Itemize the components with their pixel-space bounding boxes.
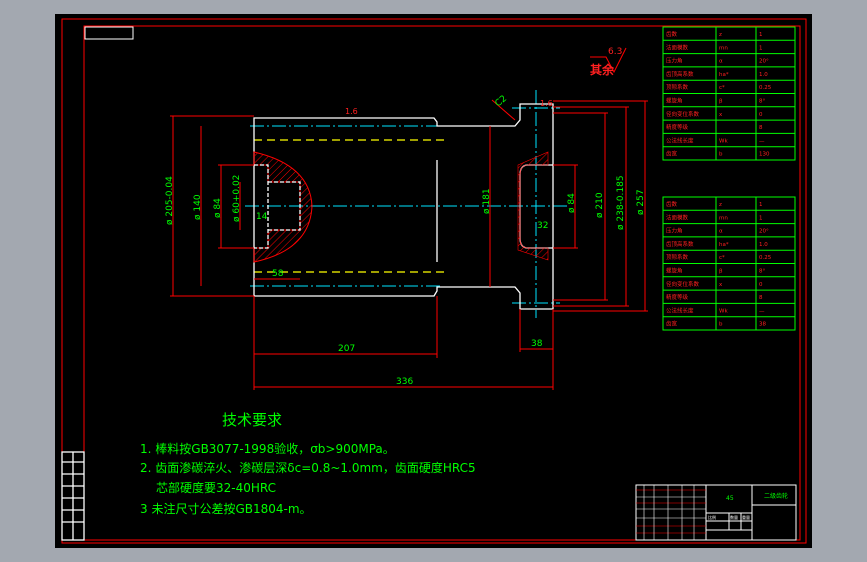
table-cell: α	[719, 229, 723, 235]
table-cell: 压力角	[666, 57, 683, 65]
table-cell: z	[719, 202, 722, 208]
tech-item: 1. 棒料按GB3077-1998验收，σb>900MPa。	[140, 441, 395, 456]
roughness-other-label: 其余	[590, 62, 615, 77]
dim-336: 336	[396, 377, 413, 387]
dim-d84: ø 84	[213, 198, 223, 218]
dim-d210: ø 210	[595, 192, 605, 218]
table-cell: 20°	[759, 229, 769, 235]
table-cell: 齿数	[666, 30, 678, 38]
tech-item: 2. 齿面渗碳淬火、渗碳层深δc=0.8~1.0mm，齿面硬度HRC5	[140, 460, 476, 475]
table-cell: 1.0	[759, 242, 768, 248]
table-cell: Wk	[719, 308, 728, 314]
table-cell: c*	[719, 255, 725, 261]
dim-14: 14	[256, 212, 268, 222]
table-cell: 螺旋角	[666, 97, 683, 105]
dim-32: 32	[537, 221, 548, 231]
table-cell: 0	[759, 112, 763, 118]
material-label: 45	[726, 495, 734, 502]
table-cell: 8	[759, 125, 763, 131]
table-cell: 1	[759, 32, 763, 38]
table-cell: 精度等级	[666, 293, 689, 301]
table-cell: 精度等级	[666, 123, 689, 131]
roughness-gear: 1.6	[540, 99, 553, 108]
weight-label: 重量	[742, 514, 750, 520]
table-cell: mn	[719, 215, 728, 221]
table-cell: 1	[759, 215, 763, 221]
table-cell: 1.0	[759, 72, 768, 78]
table-cell: ha*	[719, 242, 729, 248]
table-cell: β	[719, 269, 723, 275]
table-cell: b	[719, 322, 723, 328]
qty-label: 数量	[730, 514, 738, 520]
table-cell: 130	[759, 152, 770, 158]
table-cell: 8°	[759, 269, 765, 275]
cad-drawing: ø 205-0.04 ø 140 ø 84 ø 60+0.02 14 58 ø …	[55, 14, 812, 548]
table-cell: 螺旋角	[666, 267, 683, 275]
dim-d84-gear: ø 84	[567, 193, 577, 213]
table-cell: 压力角	[666, 227, 683, 235]
tech-item: 芯部硬度要32-40HRC	[156, 480, 276, 495]
table-cell: 法面模数	[666, 213, 689, 221]
dim-d140: ø 140	[193, 194, 203, 220]
table-cell: 0.25	[759, 85, 772, 91]
table-cell: 径向变位系数	[666, 110, 700, 118]
table-cell: Wk	[719, 138, 728, 144]
table-cell: c*	[719, 85, 725, 91]
table-cell: 38	[759, 322, 766, 328]
dim-38: 38	[531, 339, 543, 349]
table-cell: z	[719, 32, 722, 38]
drawing-name: 二级齿轮	[764, 492, 788, 500]
table-cell: —	[759, 308, 765, 314]
table-cell: 20°	[759, 59, 769, 65]
table-cell: α	[719, 59, 723, 65]
table-cell: b	[719, 152, 723, 158]
table-cell: —	[759, 138, 765, 144]
dim-d238: ø 238-0.185	[616, 175, 626, 230]
table-cell: 公法线长度	[666, 306, 694, 314]
table-cell: 1	[759, 45, 763, 51]
roughness-top: 1.6	[345, 107, 358, 116]
table-cell: 法面模数	[666, 43, 689, 51]
table-cell: 齿宽	[666, 150, 678, 158]
table-cell: 齿宽	[666, 320, 678, 328]
dim-207: 207	[338, 344, 355, 354]
dim-d257: ø 257	[636, 189, 646, 215]
table-cell: 公法线长度	[666, 136, 694, 144]
tech-title: 技术要求	[222, 411, 282, 429]
table-cell: 齿数	[666, 200, 678, 208]
table-cell: 齿顶高系数	[666, 70, 694, 78]
table-cell: 0.25	[759, 255, 772, 261]
dim-d205: ø 205-0.04	[165, 176, 175, 225]
table-cell: β	[719, 99, 723, 105]
scale-label: 比例	[708, 514, 716, 520]
table-cell: mn	[719, 45, 728, 51]
table-cell: 径向变位系数	[666, 280, 700, 288]
dim-d60: ø 60+0.02	[232, 175, 242, 222]
table-cell: 8	[759, 295, 763, 301]
table-cell: 0	[759, 282, 763, 288]
table-cell: ha*	[719, 72, 729, 78]
tech-item: 3 未注尺寸公差按GB1804-m。	[140, 501, 312, 516]
table-cell: 8°	[759, 99, 765, 105]
table-cell: 1	[759, 202, 763, 208]
roughness-other-value: 6.3	[608, 47, 622, 57]
table-cell: 顶隙系数	[666, 83, 689, 91]
dim-d181: ø 181	[482, 188, 492, 214]
table-cell: 齿顶高系数	[666, 240, 694, 248]
table-cell: 顶隙系数	[666, 253, 689, 261]
dim-58: 58	[272, 269, 284, 279]
